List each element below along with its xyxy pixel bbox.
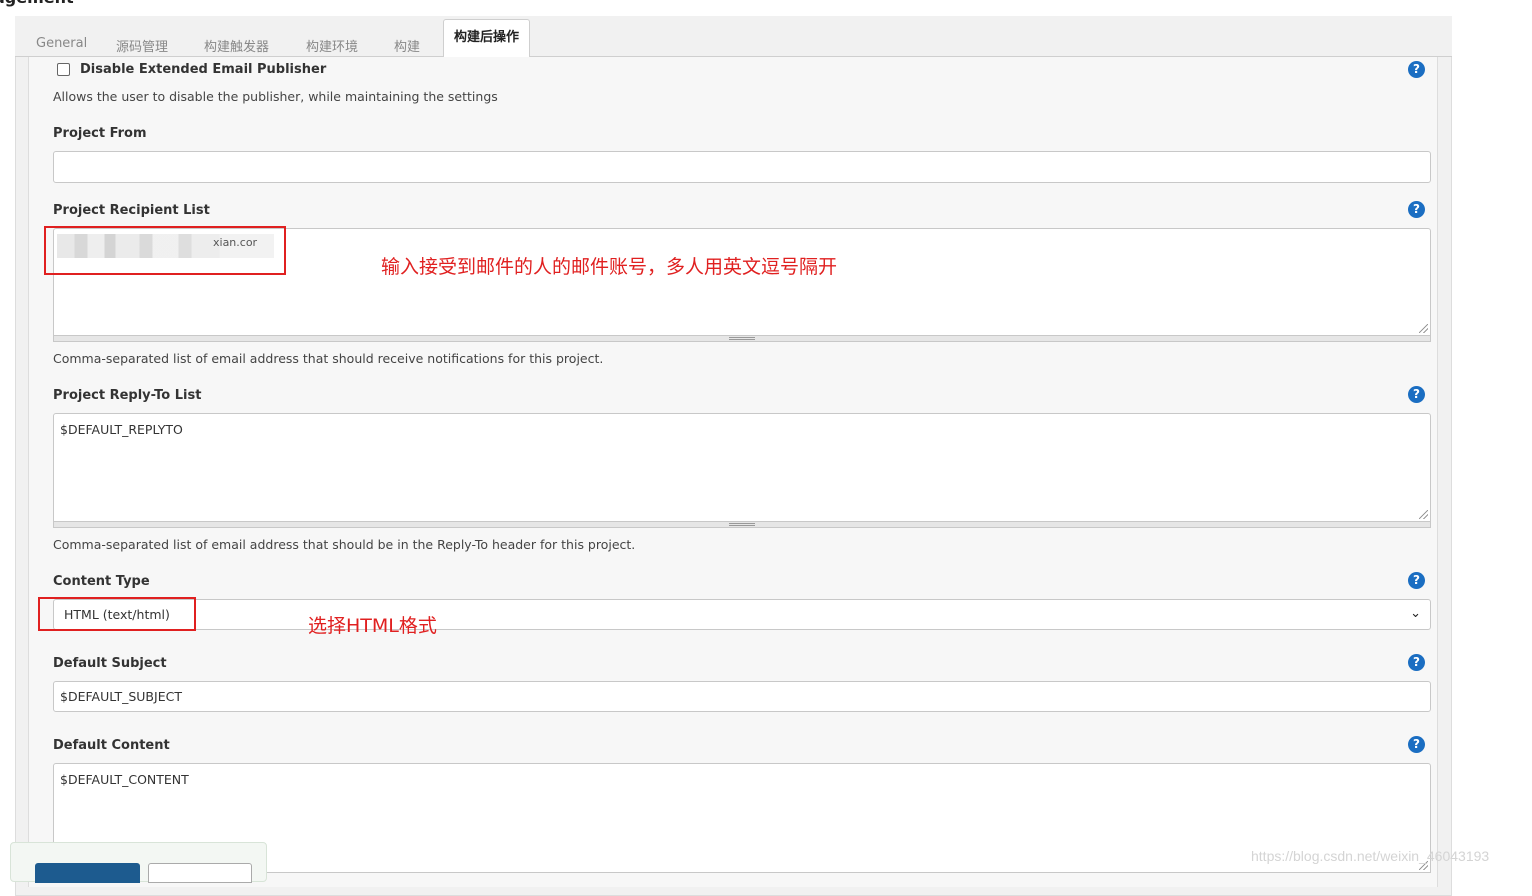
reply-to-list-value: $DEFAULT_REPLYTO: [60, 422, 183, 437]
project-from-input[interactable]: [53, 151, 1431, 183]
resize-grip-icon[interactable]: [1419, 324, 1428, 333]
tab-post-build-actions[interactable]: 构建后操作: [443, 19, 531, 58]
highlight-box-content-type: [38, 597, 196, 631]
tab-build[interactable]: 构建: [394, 36, 420, 57]
reply-to-list-textarea[interactable]: $DEFAULT_REPLYTO: [53, 413, 1431, 522]
disable-publisher-description: Allows the user to disable the publisher…: [53, 89, 498, 104]
watermark: https://blog.csdn.net/weixin_46043193: [1251, 848, 1490, 864]
tab-bar: General 源码管理 构建触发器 构建环境 构建 构建后操作: [15, 16, 1452, 58]
help-icon[interactable]: ?: [1408, 386, 1425, 403]
default-subject-label: Default Subject: [53, 656, 167, 671]
annotation-content-type: 选择HTML格式: [308, 615, 437, 637]
disable-publisher-checkbox[interactable]: [57, 63, 70, 76]
disable-publisher-label: Disable Extended Email Publisher: [80, 62, 327, 77]
tab-build-triggers[interactable]: 构建触发器: [204, 36, 269, 57]
tab-build-environment[interactable]: 构建环境: [306, 36, 358, 57]
help-icon[interactable]: ?: [1408, 61, 1425, 78]
reply-to-list-description: Comma-separated list of email address th…: [53, 537, 636, 552]
highlight-box-recipient: [44, 226, 286, 275]
chevron-down-icon: ⌄: [1410, 606, 1421, 621]
recipient-list-description: Comma-separated list of email address th…: [53, 351, 604, 366]
reply-to-list-label: Project Reply-To List: [53, 388, 202, 403]
help-icon[interactable]: ?: [1408, 654, 1425, 671]
textarea-expand-bar[interactable]: [53, 522, 1431, 528]
project-from-label: Project From: [53, 126, 147, 141]
recipient-list-label: Project Recipient List: [53, 203, 210, 218]
annotation-recipient: 输入接受到邮件的人的邮件账号，多人用英文逗号隔开: [381, 256, 838, 278]
content-type-label: Content Type: [53, 574, 150, 589]
default-content-label: Default Content: [53, 738, 170, 753]
apply-button[interactable]: [148, 863, 252, 883]
help-icon[interactable]: ?: [1408, 572, 1425, 589]
help-icon[interactable]: ?: [1408, 201, 1425, 218]
tab-general[interactable]: General: [36, 36, 87, 57]
content-type-select[interactable]: HTML (text/html) ⌄: [53, 599, 1431, 630]
resize-grip-icon[interactable]: [1419, 510, 1428, 519]
default-content-value: $DEFAULT_CONTENT: [60, 772, 189, 787]
save-button[interactable]: [35, 863, 140, 883]
tab-source-management[interactable]: 源码管理: [116, 36, 168, 57]
default-subject-input[interactable]: $DEFAULT_SUBJECT: [53, 681, 1431, 712]
textarea-expand-bar[interactable]: [53, 336, 1431, 342]
page-title: agement: [0, 0, 74, 7]
help-icon[interactable]: ?: [1408, 736, 1425, 753]
